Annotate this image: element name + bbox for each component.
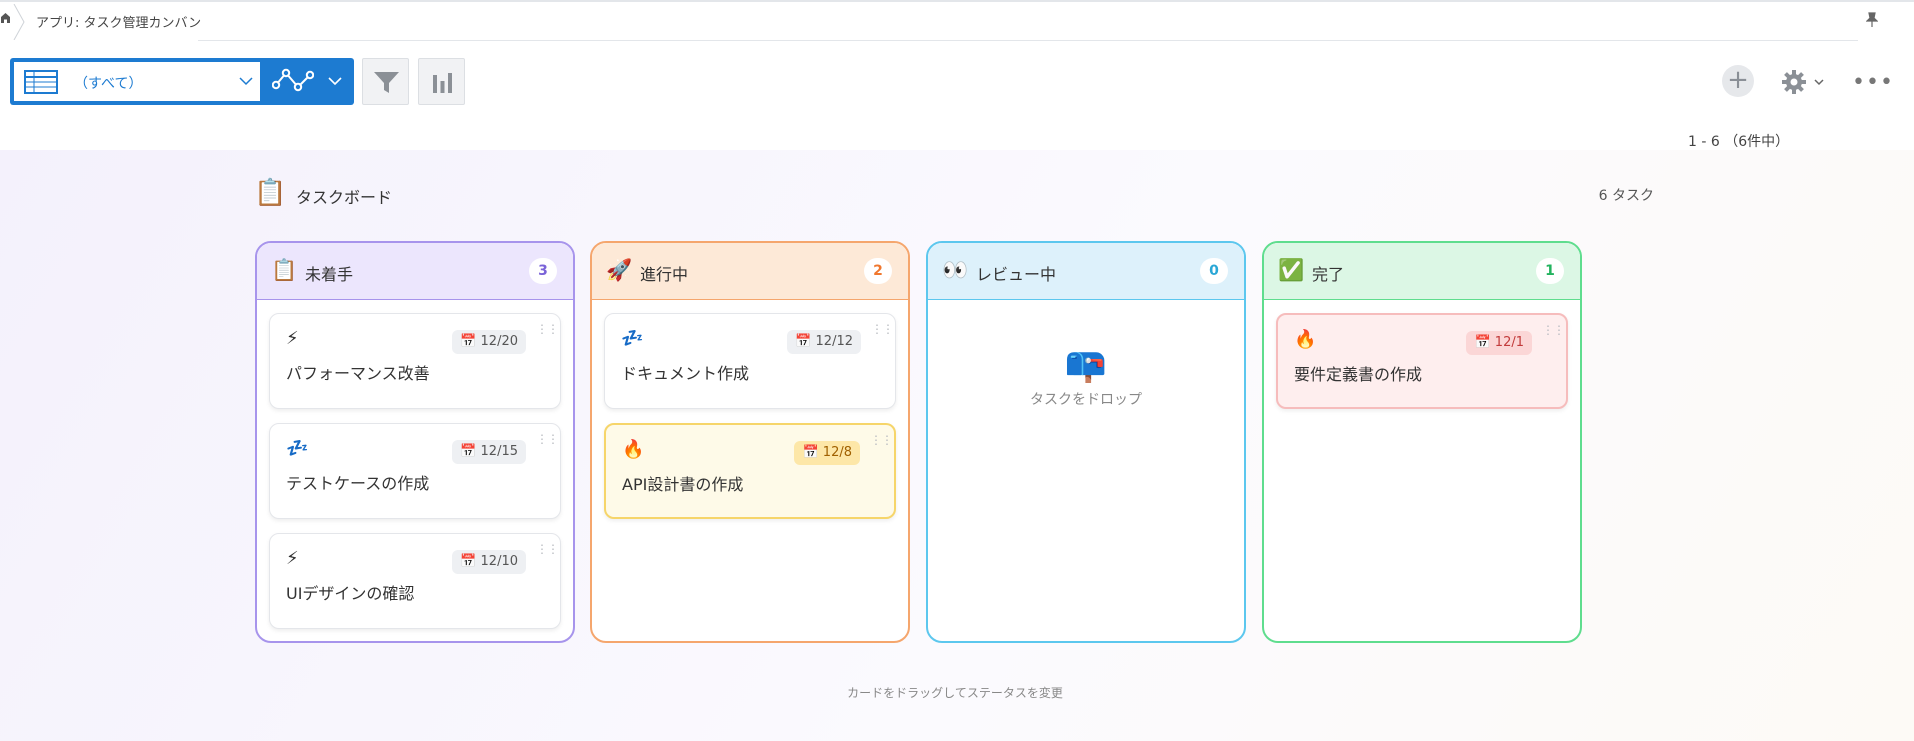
lightning-icon: ⚡ (286, 328, 299, 349)
due-date-badge: 📅 12/15 (452, 440, 526, 464)
task-count: 6 タスク (1598, 188, 1654, 204)
home-icon[interactable] (0, 12, 12, 30)
column-count-badge: 1 (1536, 258, 1564, 284)
check-icon: ✅ (1278, 258, 1305, 282)
column-done[interactable]: ✅ 完了 1 🔥 📅 12/1 ⋮⋮ 要件定義書の作成 (1262, 241, 1582, 643)
task-card[interactable]: ⚡ 📅 12/20 ⋮⋮ パフォーマンス改善 (269, 313, 561, 409)
column-header: ✅ 完了 1 (1264, 243, 1580, 300)
chevron-down-icon[interactable] (328, 75, 342, 87)
card-title: 要件定義書の作成 (1294, 365, 1423, 384)
lightning-icon: ⚡ (286, 548, 299, 569)
due-date-badge: 📅 12/12 (787, 330, 861, 354)
task-card[interactable]: 🔥 📅 12/1 ⋮⋮ 要件定義書の作成 (1276, 313, 1568, 409)
view-label: （すべて） (74, 76, 143, 92)
drop-zone-text: タスクをドロップ (1030, 392, 1142, 408)
due-date-badge: 📅 12/8 (794, 441, 860, 465)
filter-button[interactable] (362, 58, 409, 105)
pager: 1 - 6 （6件中） (1688, 134, 1790, 150)
fire-icon: 🔥 (1294, 329, 1317, 350)
task-card[interactable]: ⚡ 📅 12/10 ⋮⋮ UIデザインの確認 (269, 533, 561, 629)
drag-handle-icon[interactable]: ⋮⋮ (1542, 324, 1565, 336)
sleeping-icon: 💤 (621, 328, 644, 349)
task-card[interactable]: 💤 📅 12/15 ⋮⋮ テストケースの作成 (269, 423, 561, 519)
board-header: 📋 タスクボード 6 タスク (254, 178, 1654, 212)
column-header: 📋 未着手 3 (257, 243, 573, 300)
funnel-icon (374, 72, 399, 93)
chevron-down-icon (239, 77, 253, 86)
drag-handle-icon[interactable]: ⋮⋮ (536, 433, 559, 445)
drag-handle-icon[interactable]: ⋮⋮ (536, 323, 559, 335)
column-count-badge: 3 (529, 258, 557, 284)
card-title: テストケースの作成 (286, 474, 430, 493)
due-date-badge: 📅 12/20 (452, 330, 526, 354)
column-count-badge: 0 (1200, 258, 1228, 284)
view-dropdown[interactable]: （すべて） (14, 62, 260, 101)
due-date-badge: 📅 12/1 (1466, 331, 1532, 355)
breadcrumb-divider (198, 40, 1858, 41)
column-in-progress[interactable]: 🚀 進行中 2 💤 📅 12/12 ⋮⋮ ドキュメント作成 🔥 📅 12/8 ⋮… (590, 241, 910, 643)
clipboard-icon: 📋 (271, 258, 298, 282)
drag-handle-icon[interactable]: ⋮⋮ (871, 323, 894, 335)
column-todo[interactable]: 📋 未着手 3 ⚡ 📅 12/20 ⋮⋮ パフォーマンス改善 💤 📅 12/15… (255, 241, 575, 643)
column-count-badge: 2 (864, 258, 892, 284)
add-button[interactable]: + (1722, 65, 1754, 97)
task-card[interactable]: 🔥 📅 12/8 ⋮⋮ API設計書の作成 (604, 423, 896, 519)
drag-handle-icon[interactable]: ⋮⋮ (870, 434, 893, 446)
chart-button[interactable] (418, 58, 465, 105)
fire-icon: 🔥 (622, 439, 645, 460)
breadcrumb: アプリ: タスク管理カンバン (0, 2, 1914, 41)
clipboard-icon: 📋 (254, 178, 287, 208)
mailbox-icon: 📪 (1064, 345, 1108, 385)
gear-icon[interactable] (1780, 68, 1808, 96)
due-date-badge: 📅 12/10 (452, 550, 526, 574)
drag-handle-icon[interactable]: ⋮⋮ (536, 543, 559, 555)
card-title: ドキュメント作成 (621, 364, 750, 383)
board-title: タスクボード (296, 188, 393, 207)
more-options-icon[interactable]: ••• (1852, 70, 1894, 95)
footer-hint: カードをドラッグしてステータスを変更 (847, 686, 1063, 700)
column-header: 👀 レビュー中 0 (928, 243, 1244, 300)
pin-icon[interactable] (1865, 12, 1879, 32)
breadcrumb-separator-icon (13, 4, 25, 40)
column-title: 完了 (1312, 265, 1345, 284)
breadcrumb-app-label[interactable]: アプリ: タスク管理カンバン (36, 12, 201, 31)
column-title: レビュー中 (976, 265, 1057, 284)
table-view-icon (24, 70, 58, 94)
card-title: API設計書の作成 (622, 475, 744, 494)
eyes-icon: 👀 (942, 258, 969, 282)
column-title: 進行中 (640, 265, 689, 284)
sleeping-icon: 💤 (286, 438, 309, 459)
view-selector[interactable]: （すべて） (10, 58, 354, 105)
column-header: 🚀 進行中 2 (592, 243, 908, 300)
column-review[interactable]: 👀 レビュー中 0 📪 タスクをドロップ (926, 241, 1246, 643)
task-card[interactable]: 💤 📅 12/12 ⋮⋮ ドキュメント作成 (604, 313, 896, 409)
rocket-icon: 🚀 (606, 258, 633, 282)
drop-zone[interactable]: 📪 タスクをドロップ (928, 345, 1244, 409)
chevron-down-icon[interactable] (1814, 78, 1824, 86)
graph-view-icon[interactable] (272, 67, 314, 95)
bar-chart-icon (433, 73, 452, 93)
card-title: パフォーマンス改善 (286, 364, 430, 383)
card-title: UIデザインの確認 (286, 584, 415, 603)
column-title: 未着手 (305, 265, 354, 284)
